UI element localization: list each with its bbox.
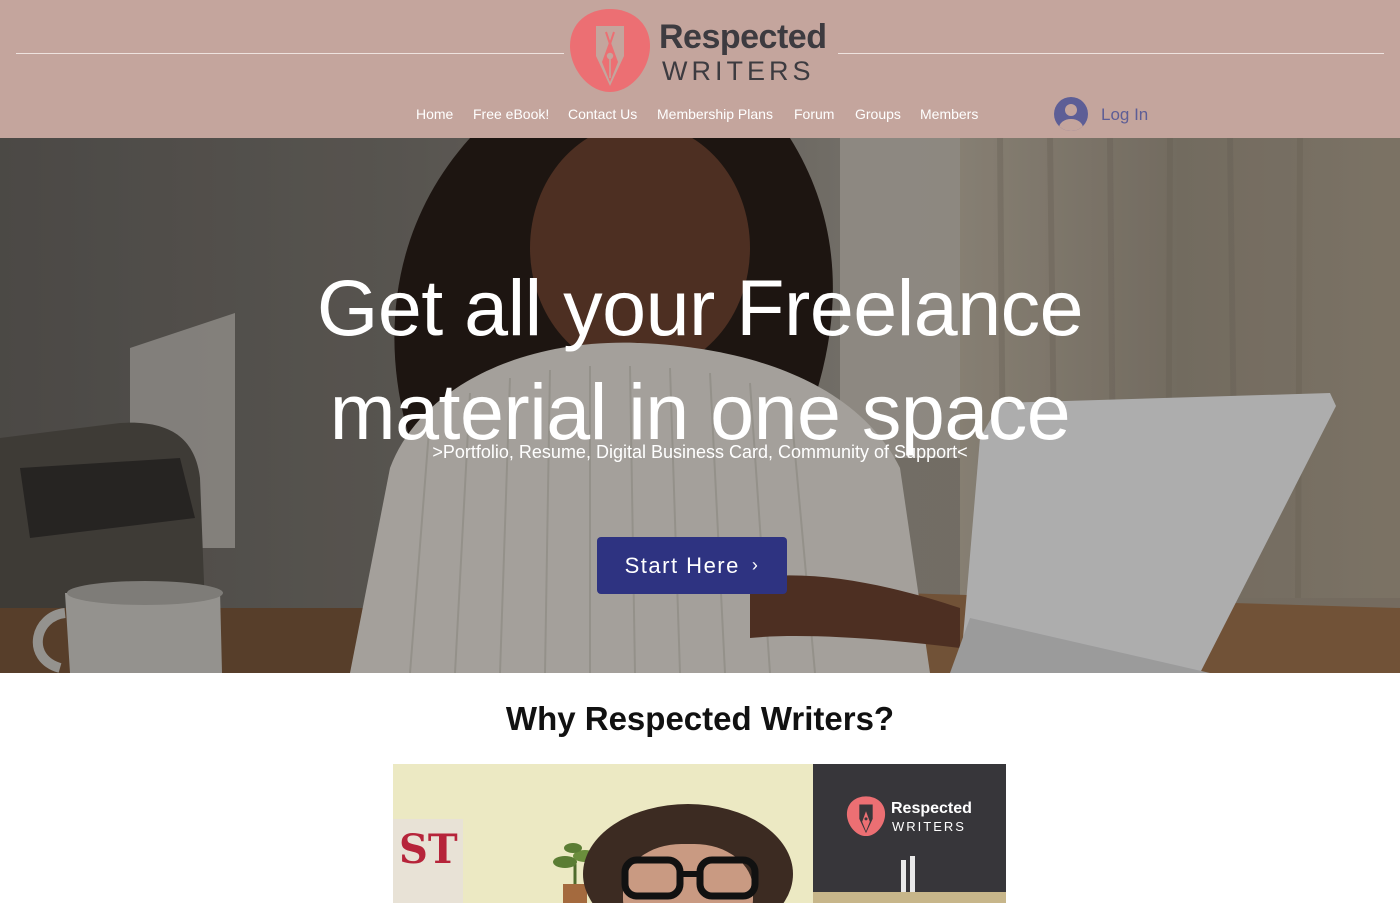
video-logo-wordmark-primary: Respected <box>891 800 972 817</box>
pen-nib-logo-icon <box>846 796 886 837</box>
site-logo[interactable]: Respected WRITERS <box>566 6 836 94</box>
nav-item-contact-us[interactable]: Contact Us <box>568 106 637 122</box>
start-here-label: Start Here <box>624 552 740 578</box>
nav-item-forum[interactable]: Forum <box>794 106 834 122</box>
logo-wordmark-secondary: WRITERS <box>662 56 815 86</box>
logo-wordmark-primary: Respected <box>659 18 827 56</box>
glasses-icon <box>621 856 759 900</box>
nav-item-groups[interactable]: Groups <box>855 106 901 122</box>
site-header: Respected WRITERS Home Free eBook! Conta… <box>0 0 1400 138</box>
header-divider-right <box>838 53 1384 54</box>
header-divider-left <box>16 53 564 54</box>
nav-item-home[interactable]: Home <box>416 106 453 122</box>
chevron-right-icon: › <box>751 555 760 575</box>
pens-icon <box>901 856 915 892</box>
why-section-title: Why Respected Writers? <box>505 700 895 737</box>
pen-nib-logo-icon <box>570 9 650 92</box>
hero-subtitle: >Portfolio, Resume, Digital Business Car… <box>432 442 968 462</box>
nav-item-free-ebook[interactable]: Free eBook! <box>473 106 549 122</box>
nav-item-membership-plans[interactable]: Membership Plans <box>657 106 773 122</box>
shelf <box>813 892 1006 903</box>
start-here-button[interactable]: Start Here › <box>597 537 787 594</box>
video-logo-wordmark-secondary: WRITERS <box>892 819 966 834</box>
poster-text: ST <box>399 826 458 873</box>
hero-section: Get all your Freelance material in one s… <box>0 138 1400 673</box>
login-label: Log In <box>1101 105 1149 124</box>
intro-video[interactable]: ST Respected WRITERS <box>393 764 1006 903</box>
nav-item-members[interactable]: Members <box>920 106 978 122</box>
user-avatar-icon <box>1054 97 1088 131</box>
hero-title: Get all your Freelance material in one s… <box>0 256 1400 464</box>
hero-title-line-1: Get all your Freelance <box>316 263 1084 352</box>
